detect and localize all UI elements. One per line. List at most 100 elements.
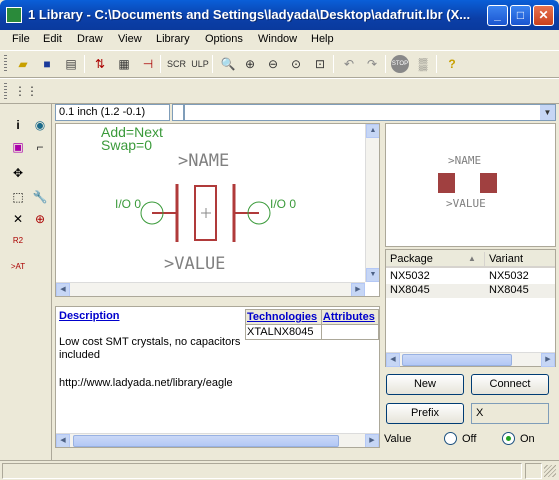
description-link[interactable]: Description [59,310,120,322]
menu-library[interactable]: Library [156,33,190,45]
attribute-cell[interactable] [320,324,379,340]
maximize-button[interactable]: □ [510,5,531,26]
status-indicator [525,463,542,479]
scroll-thumb[interactable] [402,354,512,366]
value-off-label[interactable]: Off [462,433,476,445]
cam-processor-icon[interactable]: ⇅ [91,55,109,73]
stop-icon[interactable]: STOP [391,55,409,73]
prefix-button[interactable]: Prefix [386,403,464,424]
show-icon[interactable]: ◉ [31,116,49,134]
grid-icon[interactable]: ⋮⋮ [14,82,38,100]
schematic-icon[interactable]: ⊣ [139,55,157,73]
zoom-fit-icon[interactable]: 🔍 [219,55,237,73]
preview-value: >VALUE [446,197,486,210]
zoom-out-icon[interactable]: ⊖ [264,55,282,73]
menu-help[interactable]: Help [311,33,334,45]
scroll-right-icon[interactable]: ▶ [365,434,379,447]
window-title: 1 Library - C:\Documents and Settings\la… [28,7,471,22]
minimize-button[interactable]: _ [487,5,508,26]
prefix-field[interactable]: X [471,403,549,424]
scroll-right-icon[interactable]: ▶ [541,353,555,367]
scroll-right-icon[interactable]: ▶ [351,283,365,296]
zoom-select-icon[interactable]: ⊡ [311,55,329,73]
close-button[interactable]: ✕ [533,5,554,26]
open-icon[interactable]: ▰ [14,55,32,73]
list-item[interactable]: NX8045 NX8045 [386,284,555,298]
symbol-canvas[interactable]: Add=Next Swap=0 >NAME >VALUE I/O 0 I/O 0… [55,123,380,297]
menu-edit[interactable]: Edit [43,33,62,45]
attributes-header[interactable]: Attributes [320,309,379,325]
display-icon[interactable]: ▣ [9,138,27,156]
scroll-left-icon[interactable]: ◀ [56,283,70,296]
help-icon[interactable]: ? [443,55,461,73]
app-icon [6,7,22,23]
save-icon[interactable]: ■ [38,55,56,73]
info-icon[interactable]: i [9,116,27,134]
scroll-down-icon[interactable]: ▼ [366,268,379,282]
redo-icon[interactable]: ↷ [363,55,381,73]
package-preview: >NAME >VALUE [385,123,556,247]
command-line-input[interactable]: ▼ [184,104,556,121]
description-horizontal-scrollbar[interactable]: ◀ ▶ [56,433,379,447]
toolbar-grip [4,83,7,101]
chevron-down-icon[interactable]: ▼ [540,105,555,120]
value-off-radio[interactable] [444,432,457,445]
scroll-thumb[interactable] [73,435,339,447]
scroll-left-icon[interactable]: ◀ [56,434,70,447]
name-icon[interactable]: R2 [9,232,27,250]
menu-view[interactable]: View [118,33,142,45]
menu-draw[interactable]: Draw [77,33,103,45]
scroll-left-icon[interactable]: ◀ [386,353,400,367]
status-bar [0,460,559,480]
pad-left [438,173,455,193]
new-button[interactable]: New [386,374,464,395]
menu-window[interactable]: Window [258,33,297,45]
zoom-in-icon[interactable]: ⊕ [241,55,259,73]
ulp-icon[interactable]: ULP [191,55,209,73]
group-icon[interactable]: ⬚ [9,188,27,206]
menu-file[interactable]: File [12,33,30,45]
change-icon[interactable]: 🔧 [31,188,49,206]
go-icon[interactable]: ▒ [414,55,432,73]
zoom-redraw-icon[interactable]: ⊙ [287,55,305,73]
value-on-label[interactable]: On [520,433,535,445]
attribute-icon[interactable]: >AT [9,258,27,276]
value-on-radio[interactable] [502,432,515,445]
print-icon[interactable]: ▤ [62,55,80,73]
add-icon[interactable]: ⊕ [31,210,49,228]
swap-label: Swap=0 [101,137,152,153]
description-panel: Description Low cost SMT crystals, no ca… [55,306,380,448]
value-label: Value [384,433,412,445]
technologies-header[interactable]: Technologies [245,309,322,325]
parameter-toolbar: ⋮⋮ [0,78,559,104]
technology-cell[interactable]: XTALNX8045 [245,324,322,340]
list-item[interactable]: NX5032 NX5032 [386,270,555,284]
canvas-vertical-scrollbar[interactable]: ▲ ▼ [365,124,379,282]
name-placeholder: >NAME [178,151,230,171]
canvas-horizontal-scrollbar[interactable]: ◀ ▶ [56,282,365,296]
main-toolbar: ▰ ■ ▤ ⇅ ▦ ⊣ SCR ULP 🔍 ⊕ ⊖ ⊙ ⊡ ↶ ↷ STOP ▒… [0,50,559,78]
undo-icon[interactable]: ↶ [340,55,358,73]
coordinate-extra [172,104,184,121]
description-text: Low cost SMT crystals, no capacitors inc… [59,336,241,361]
script-icon[interactable]: SCR [167,55,186,73]
connect-button[interactable]: Connect [471,374,549,395]
sort-arrow-icon: ▲ [468,254,476,263]
pin-label-right: I/O 0 [270,197,297,211]
technologies-table: Technologies Attributes XTALNX8045 [245,309,379,340]
menu-options[interactable]: Options [205,33,243,45]
package-column-header[interactable]: Package [390,253,433,265]
description-url: http://www.ladyada.net/library/eagle [59,377,233,389]
package-list: Package ▲ Variant NX5032 NX5032 NX8045 N… [385,249,556,367]
preview-name: >NAME [448,154,482,167]
move-icon[interactable]: ✥ [9,164,27,182]
delete-icon[interactable]: ✕ [9,210,27,228]
resize-grip-icon[interactable] [544,465,556,477]
board-icon[interactable]: ▦ [115,55,133,73]
pin-label-left: I/O 0 [115,197,142,211]
variant-column-header[interactable]: Variant [489,253,523,265]
package-horizontal-scrollbar[interactable]: ◀ ▶ [386,352,555,367]
mark-icon[interactable]: ⌐ [31,138,49,156]
command-palette: i ◉ ▣ ⌐ ✥ ⬚ 🔧 ✕ ⊕ R2 >AT [0,104,52,460]
scroll-up-icon[interactable]: ▲ [366,124,379,138]
